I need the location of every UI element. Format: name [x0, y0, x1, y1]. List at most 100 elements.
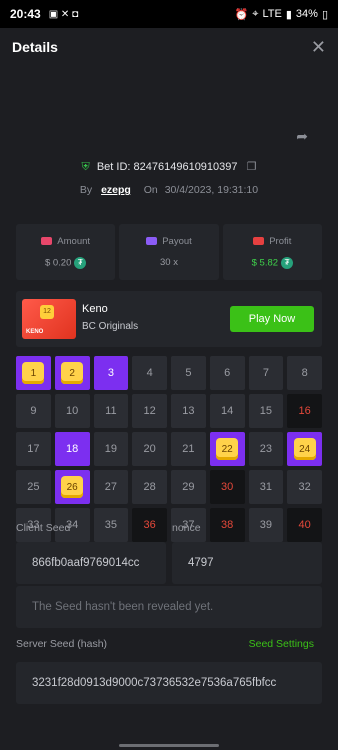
keno-cell: 18	[54, 432, 90, 466]
profit-stat: Profit $ 5.82 ₮	[222, 224, 322, 280]
keno-cell: 7	[248, 356, 284, 390]
keno-cell: 2	[54, 356, 90, 390]
share-icon[interactable]: ➦	[296, 128, 308, 145]
thumb-caption: KENO	[26, 329, 44, 335]
keno-cell: 16	[287, 394, 322, 428]
location-icon: ⌖	[252, 7, 259, 20]
keno-cell: 17	[16, 432, 51, 466]
keno-cell: 23	[248, 432, 284, 466]
keno-cell: 1	[16, 356, 51, 390]
keno-hit-gem: 26	[61, 476, 84, 498]
nonce-label: nonce	[172, 522, 201, 534]
keno-cell: 5	[171, 356, 206, 390]
game-card: 12 KENO Keno BC Originals Play Now	[16, 291, 322, 347]
keno-ball-icon: 12	[40, 305, 54, 319]
wallet-icon	[146, 237, 158, 246]
keno-cell: 12	[132, 394, 167, 428]
details-header: Details ✕	[0, 28, 338, 66]
by-label: By	[79, 184, 93, 196]
keno-cell: 3	[93, 356, 129, 390]
payout-stat: Payout 30 x	[119, 224, 219, 280]
bet-stats: Amount $ 0.20 ₮ Payout 30 x Profit $ 5.82…	[16, 224, 322, 280]
tether-icon: ₮	[281, 257, 294, 269]
server-seed-hash-section: Server Seed (hash) Seed Settings 3231f28…	[16, 638, 322, 704]
keno-cell: 10	[54, 394, 90, 428]
keno-cell: 27	[93, 470, 129, 504]
keno-cell: 24	[287, 432, 322, 466]
keno-cell: 6	[209, 356, 245, 390]
bet-id-label: Bet ID:	[96, 161, 131, 173]
keno-hit-gem: 22	[216, 438, 239, 460]
seed-settings-link[interactable]: Seed Settings	[249, 638, 314, 650]
keno-cell: 13	[171, 394, 206, 428]
server-seed-field: The Seed hasn't been revealed yet.	[16, 586, 322, 628]
game-provider: BC Originals	[82, 321, 139, 332]
profit-icon	[253, 237, 265, 246]
battery-level: 34%	[295, 8, 318, 20]
keno-cell: 21	[171, 432, 206, 466]
bet-id: 82476149610910397	[133, 161, 238, 173]
keno-cell: 26	[54, 470, 90, 504]
keno-cell: 4	[132, 356, 167, 390]
keno-hit-gem: 1	[22, 362, 45, 384]
client-seed-label: Client Seed	[16, 522, 71, 534]
play-now-button[interactable]: Play Now	[230, 306, 314, 332]
board-row: 9 10 11 12 13 14 15 16	[16, 394, 322, 428]
keno-cell: 11	[93, 394, 129, 428]
close-icon[interactable]: ✕	[311, 37, 326, 58]
client-seed-section: Client Seed 866fb0aaf9769014cc	[16, 522, 166, 584]
nonce-field[interactable]: 4797	[172, 542, 322, 584]
bet-byline: By ezepg On 30/4/2023, 19:31:10	[0, 184, 338, 196]
keno-cell: 14	[209, 394, 245, 428]
user-link[interactable]: ezepg	[101, 184, 131, 196]
keno-cell: 19	[93, 432, 129, 466]
status-time: 20:43	[10, 7, 41, 21]
amount-stat: Amount $ 0.20 ₮	[16, 224, 116, 280]
keno-cell: 28	[132, 470, 167, 504]
keno-cell: 22	[209, 432, 245, 466]
alarm-icon: ⏰	[234, 8, 249, 21]
home-indicator[interactable]	[119, 744, 219, 747]
keno-hit-gem: 24	[293, 438, 316, 460]
profit-value: $ 5.82	[251, 257, 279, 269]
keno-cell: 31	[248, 470, 284, 504]
on-label: On	[143, 184, 158, 196]
copy-icon[interactable]: ❐	[247, 161, 257, 173]
tether-icon: ₮	[74, 257, 87, 269]
client-seed-field[interactable]: 866fb0aaf9769014cc	[16, 542, 166, 584]
notification-icons: ▣ ✕ ◘	[48, 8, 79, 20]
keno-cell: 29	[171, 470, 206, 504]
board-row: 17 18 19 20 21 22 23 24	[16, 432, 322, 466]
keno-cell: 9	[16, 394, 51, 428]
game-name: Keno	[82, 303, 108, 315]
profit-label: Profit	[269, 236, 292, 247]
keno-board: 1 2 3 4 5 6 7 8 9 10 11 12 13 14 15 16 17 18 19 20 21 22 23 24 2…	[16, 356, 322, 546]
keno-cell: 15	[248, 394, 284, 428]
page-title: Details	[12, 39, 58, 55]
keno-cell: 20	[132, 432, 167, 466]
nonce-section: nonce 4797	[172, 522, 322, 584]
payout-label: Payout	[162, 236, 192, 247]
bet-date: 30/4/2023, 19:31:10	[164, 184, 259, 196]
board-row: 12345678	[16, 356, 322, 390]
keno-cell: 8	[287, 356, 322, 390]
signal-icon: ▮	[285, 8, 292, 21]
network-type: LTE	[262, 8, 282, 20]
payout-value: 30 x	[160, 257, 178, 268]
server-seed-hash-field[interactable]: 3231f28d0913d9000c73736532e7536a765fbfcc	[16, 662, 322, 704]
keno-cell: 25	[16, 470, 51, 504]
status-right: ⏰ ⌖ LTE ▮ 34% ▯	[235, 8, 328, 21]
board-row: 25 26 27 28 29 30 31 32	[16, 470, 322, 504]
battery-icon: ▯	[321, 8, 328, 21]
keno-cell: 32	[287, 470, 322, 504]
keno-cell: 30	[209, 470, 245, 504]
verified-shield-icon: ⛨	[81, 161, 90, 173]
amount-value: $ 0.20	[44, 257, 72, 269]
amount-label: Amount	[57, 236, 91, 247]
keno-thumbnail: 12 KENO	[22, 299, 76, 339]
status-bar: 20:43 ▣ ✕ ◘ ⏰ ⌖ LTE ▮ 34% ▯	[0, 0, 338, 28]
bet-id-line: ⛨ Bet ID: 82476149610910397 ❐	[0, 160, 338, 174]
details-sheet: ➦ ⛨ Bet ID: 82476149610910397 ❐ By ezepg…	[0, 66, 338, 750]
keno-hit-gem: 2	[61, 362, 84, 384]
coins-icon	[41, 237, 53, 246]
